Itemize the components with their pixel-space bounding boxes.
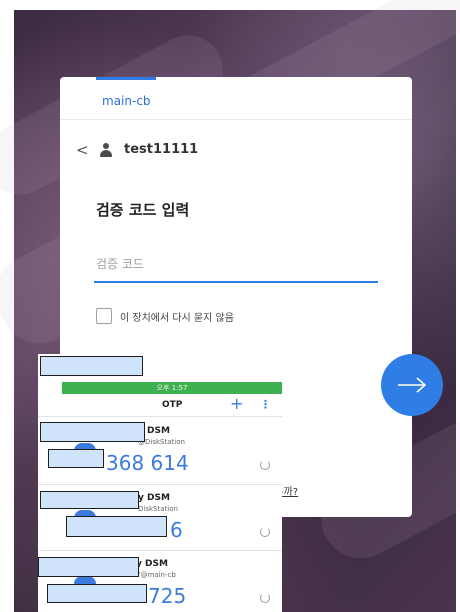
redaction-box: [40, 491, 139, 509]
otp-entry-account: @DiskStation: [138, 438, 185, 446]
next-button[interactable]: [381, 354, 443, 416]
page-title: 검증 코드 입력: [96, 201, 190, 219]
header-divider: [60, 119, 412, 120]
verification-code-input[interactable]: [94, 247, 378, 283]
otp-code: 368 614: [106, 451, 189, 475]
otp-entry-name: y DSM: [138, 493, 170, 503]
redaction-box: [40, 356, 143, 376]
help-link[interactable]: -까?: [280, 483, 298, 498]
otp-entry-account: 7@main-cb: [136, 571, 176, 579]
otp-divider: [38, 484, 282, 485]
otp-entry-account: DiskStation: [138, 505, 178, 513]
otp-app-title: OTP: [162, 400, 183, 410]
otp-entry-name: y DSM: [136, 559, 168, 569]
otp-divider: [38, 416, 282, 417]
user-icon: [100, 143, 112, 157]
arrow-right-icon: [398, 377, 427, 393]
status-time: 오후 1:57: [156, 384, 188, 392]
active-tab-indicator: [96, 77, 156, 80]
otp-timer-icon: [260, 527, 270, 537]
otp-entry-avatar: [74, 576, 96, 584]
remember-device-label: 이 장치에서 다시 묻지 않음: [120, 313, 234, 324]
otp-code: 6: [170, 518, 183, 542]
otp-app-screenshot: 오후 1:57 OTP + ⋮ y DSM @DiskStation 368 6…: [38, 354, 282, 612]
phone-status-bar: 오후 1:57: [62, 382, 282, 394]
redaction-box: [48, 449, 104, 468]
add-icon[interactable]: +: [230, 394, 243, 413]
redaction-box: [66, 516, 167, 537]
username-label: test11111: [124, 142, 199, 157]
remember-device-checkbox[interactable]: [96, 308, 112, 324]
otp-divider: [38, 550, 282, 551]
otp-code: 725: [148, 584, 187, 608]
otp-timer-icon: [260, 593, 270, 603]
redaction-box: [38, 557, 139, 577]
otp-timer-icon: [260, 460, 270, 470]
server-name: main-cb: [102, 94, 151, 108]
redaction-box: [40, 422, 145, 442]
back-chevron-icon[interactable]: <: [76, 141, 89, 159]
redaction-box: [47, 584, 147, 603]
more-options-icon[interactable]: ⋮: [260, 398, 271, 411]
